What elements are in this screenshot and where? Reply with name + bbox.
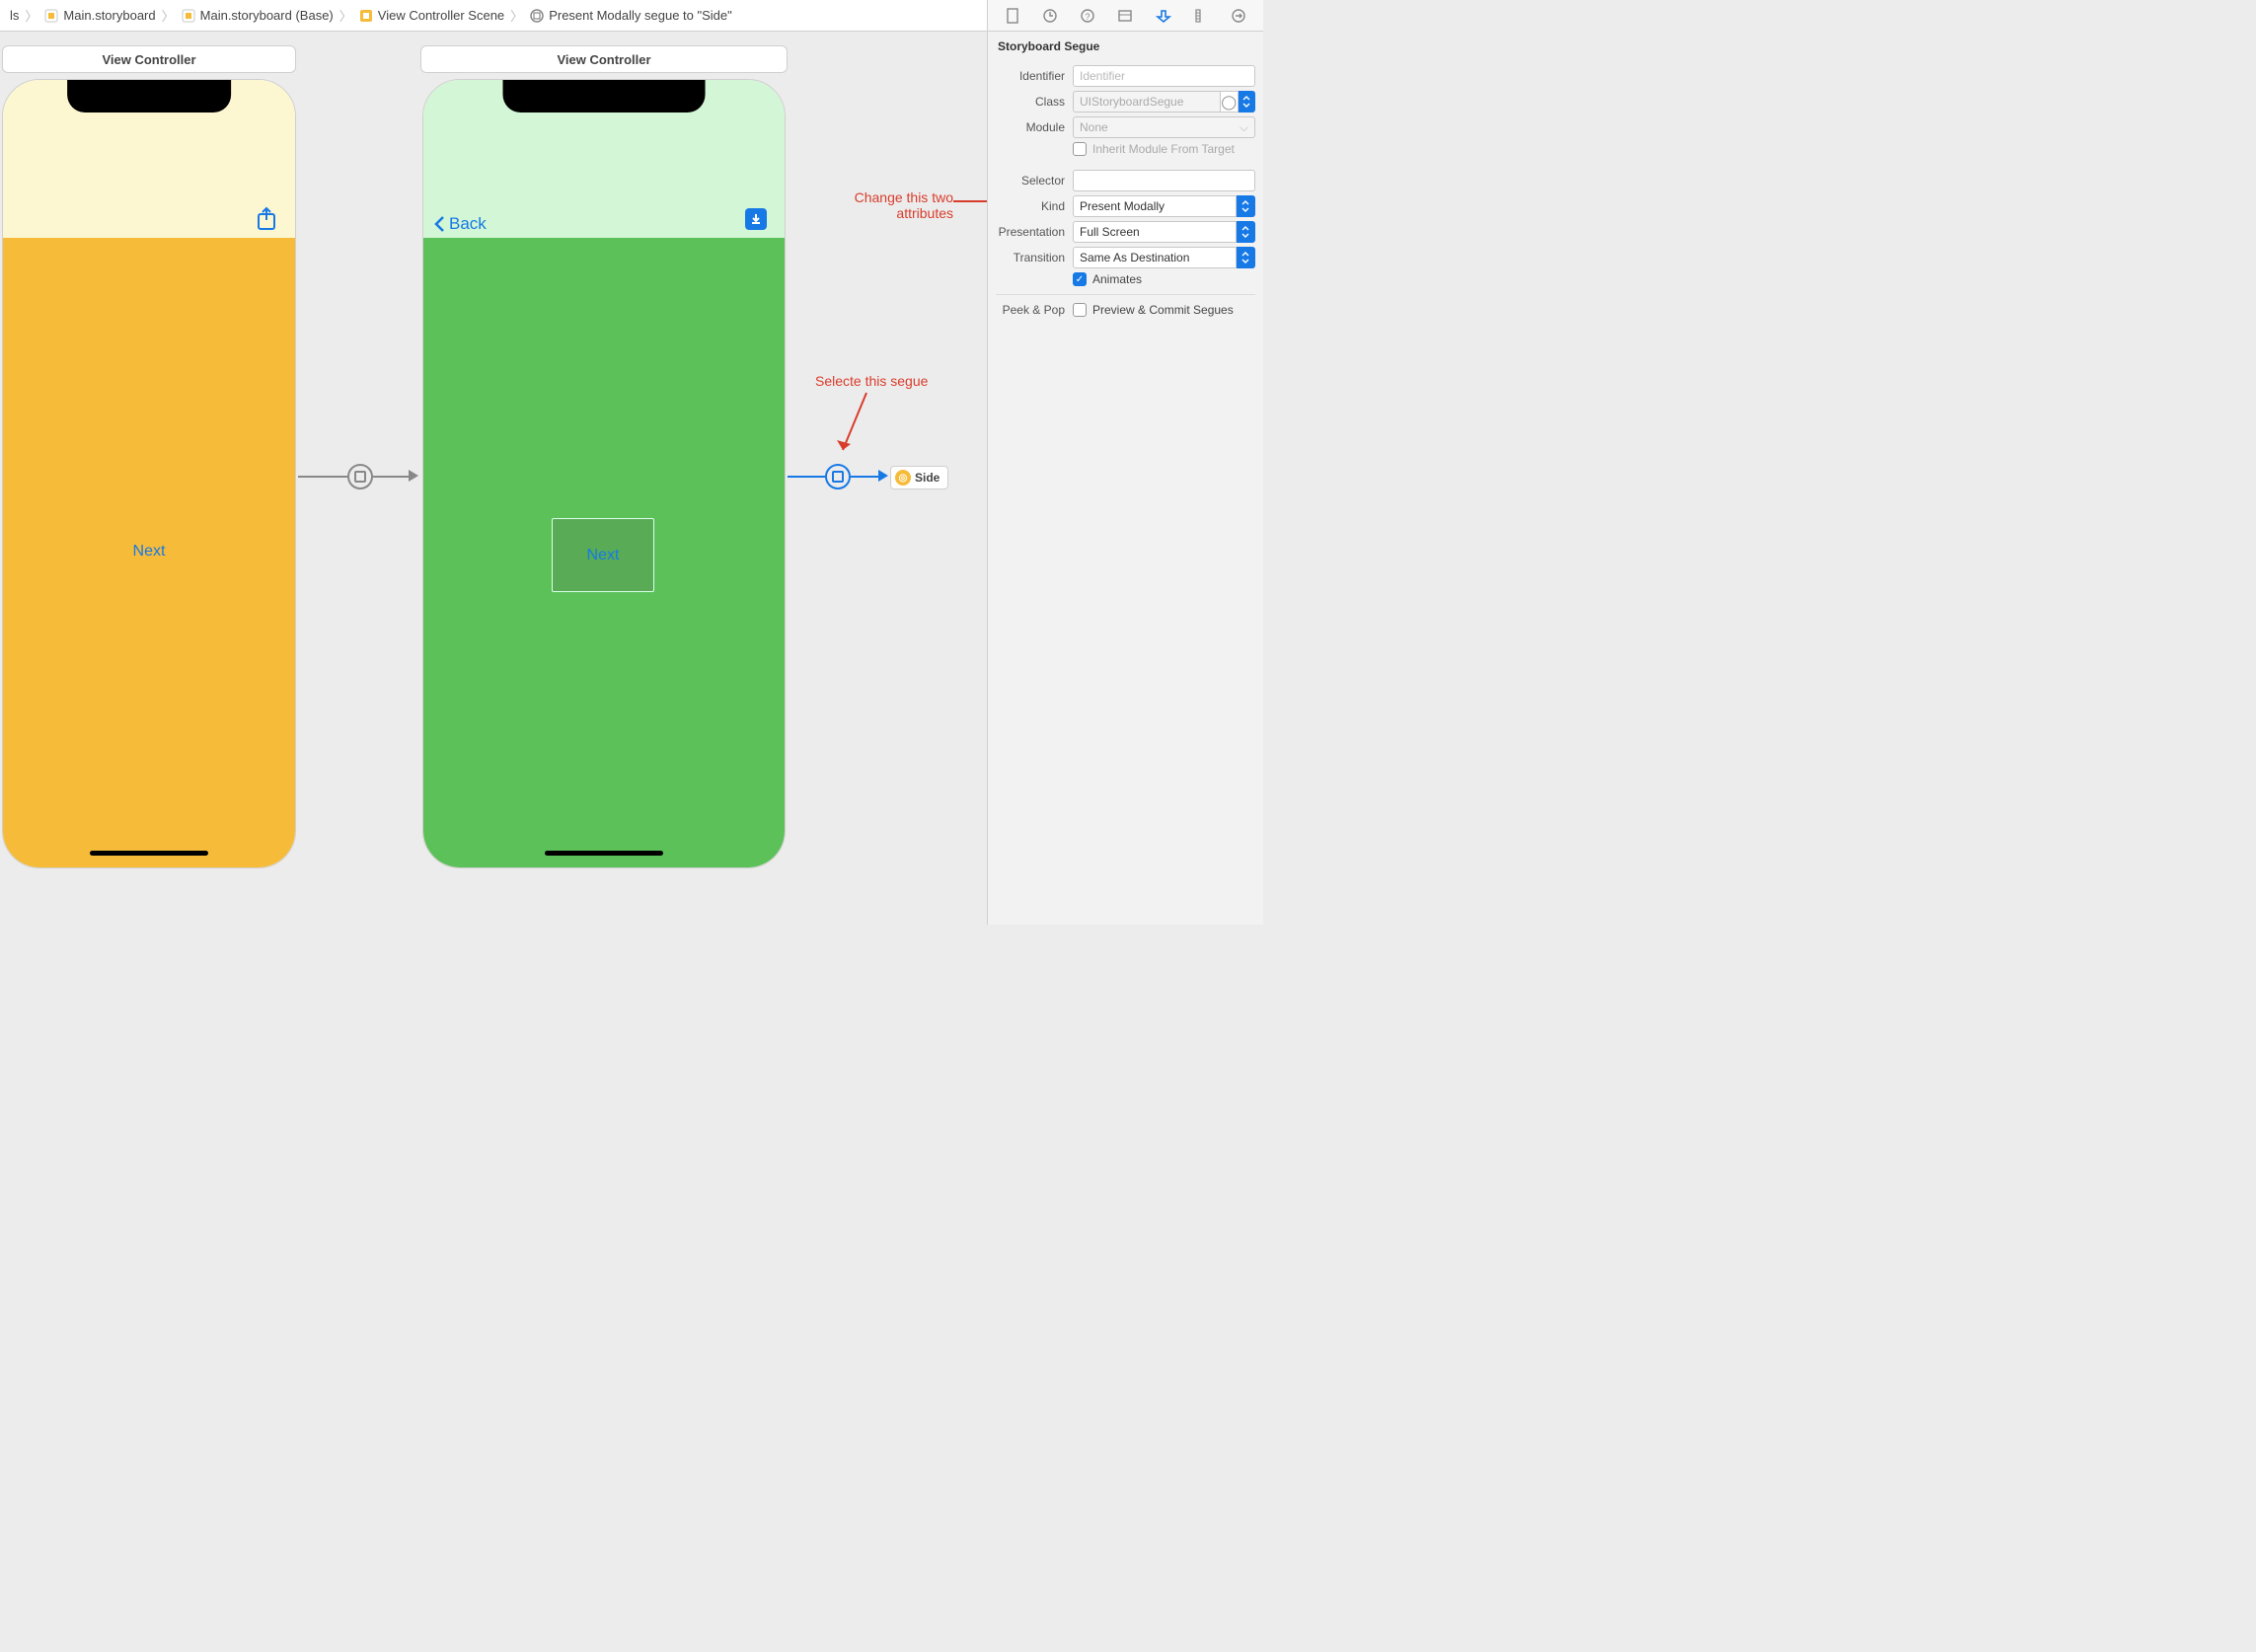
vc-title-right[interactable]: View Controller — [420, 45, 788, 73]
transition-select[interactable]: Same As Destination — [1073, 247, 1237, 268]
inherit-label: Inherit Module From Target — [1092, 142, 1235, 156]
inspector-tabs: ? — [988, 0, 1263, 32]
identifier-field[interactable] — [1073, 65, 1255, 87]
crumb-sep: 〉 — [160, 6, 177, 25]
vc-title-left[interactable]: View Controller — [2, 45, 296, 73]
device-left[interactable]: Next — [2, 79, 296, 868]
identifier-label: Identifier — [996, 69, 1073, 83]
crumb-item-2[interactable]: Main.storyboard (Base) — [177, 8, 338, 24]
inspector-section-title: Storyboard Segue — [988, 32, 1263, 57]
history-inspector-tab[interactable] — [1040, 6, 1060, 26]
peek-pop-label: Peek & Pop — [996, 303, 1073, 317]
animates-label: Animates — [1092, 272, 1142, 286]
left-next-button[interactable]: Next — [133, 543, 166, 561]
transition-label: Transition — [996, 251, 1073, 264]
selector-field[interactable] — [1073, 170, 1255, 191]
inspector-panel: ? Storyboard Segue Identifier Class UISt… — [987, 0, 1263, 925]
selector-label: Selector — [996, 174, 1073, 188]
crumb-label: Present Modally segue to "Side" — [549, 8, 732, 23]
module-value: None — [1080, 120, 1108, 134]
crumb-label: ls — [10, 8, 19, 23]
crumb-item-0[interactable]: ls — [6, 8, 23, 23]
kind-value: Present Modally — [1080, 199, 1165, 213]
svg-text:?: ? — [1086, 12, 1090, 22]
annotation-arrow-icon — [837, 393, 876, 462]
container-label: Next — [587, 547, 620, 564]
notch-icon — [503, 80, 706, 113]
crumb-item-4[interactable]: Present Modally segue to "Side" — [525, 8, 736, 24]
presentation-label: Presentation — [996, 225, 1073, 239]
home-indicator-icon — [545, 851, 663, 856]
module-select[interactable]: None ⌵ — [1073, 116, 1255, 138]
crumb-item-3[interactable]: View Controller Scene — [354, 8, 508, 24]
vc-title-label: View Controller — [557, 52, 650, 67]
peek-pop-value: Preview & Commit Segues — [1092, 303, 1234, 317]
kind-dropdown-button[interactable] — [1237, 195, 1256, 217]
storyboard-base-icon — [181, 8, 196, 24]
class-add-button[interactable]: ◯ — [1221, 91, 1239, 113]
device-right[interactable]: Back Next — [422, 79, 786, 868]
chevron-down-icon: ⌵ — [1240, 120, 1248, 135]
module-label: Module — [996, 120, 1073, 134]
class-select[interactable]: UIStoryboardSegue — [1073, 91, 1221, 113]
notch-icon — [67, 80, 231, 113]
transition-dropdown-button[interactable] — [1237, 247, 1256, 268]
inherit-module-checkbox[interactable]: Inherit Module From Target — [1073, 142, 1255, 156]
back-label: Back — [449, 214, 487, 234]
home-indicator-icon — [90, 851, 208, 856]
presentation-dropdown-button[interactable] — [1237, 221, 1256, 243]
share-icon[interactable] — [256, 206, 277, 235]
class-label: Class — [996, 95, 1073, 109]
checkbox-icon: ✓ — [1073, 272, 1087, 286]
checkbox-icon — [1073, 142, 1087, 156]
side-scene-icon: ◎ — [895, 470, 911, 486]
vc-title-label: View Controller — [102, 52, 195, 67]
annotation-segue-text: Selecte this segue — [815, 373, 928, 389]
segue-icon — [529, 8, 545, 24]
scene-icon — [358, 8, 374, 24]
back-button[interactable]: Back — [433, 214, 487, 234]
side-scene-label: Side — [915, 471, 940, 485]
identity-inspector-tab[interactable] — [1115, 6, 1135, 26]
crumb-label: Main.storyboard — [63, 8, 155, 23]
presentation-select[interactable]: Full Screen — [1073, 221, 1237, 243]
kind-select[interactable]: Present Modally — [1073, 195, 1237, 217]
container-view[interactable]: Next — [552, 518, 654, 592]
crumb-item-1[interactable]: Main.storyboard — [39, 8, 159, 24]
transition-value: Same As Destination — [1080, 251, 1189, 264]
kind-label: Kind — [996, 199, 1073, 213]
crumb-label: View Controller Scene — [378, 8, 504, 23]
class-value: UIStoryboardSegue — [1080, 95, 1183, 109]
help-inspector-tab[interactable]: ? — [1078, 6, 1097, 26]
attributes-inspector-tab[interactable] — [1154, 6, 1173, 26]
connections-inspector-tab[interactable] — [1229, 6, 1248, 26]
side-scene-token[interactable]: ◎ Side — [890, 466, 948, 489]
checkbox-icon — [1073, 303, 1087, 317]
breadcrumb: ls 〉 Main.storyboard 〉 Main.storyboard (… — [6, 6, 1109, 25]
inspector-form: Identifier Class UIStoryboardSegue ◯ Mod… — [988, 57, 1263, 331]
crumb-sep: 〉 — [338, 6, 354, 25]
crumb-sep: 〉 — [508, 6, 525, 25]
peek-pop-checkbox[interactable]: Preview & Commit Segues — [1073, 303, 1255, 317]
crumb-sep: 〉 — [23, 6, 39, 25]
file-inspector-tab[interactable] — [1003, 6, 1022, 26]
storyboard-file-icon — [43, 8, 59, 24]
presentation-value: Full Screen — [1080, 225, 1140, 239]
annotation-attrs-text: Change this two attributes — [835, 189, 953, 221]
download-icon[interactable] — [745, 208, 767, 230]
divider — [996, 294, 1255, 295]
animates-checkbox[interactable]: ✓ Animates — [1073, 272, 1255, 286]
crumb-label: Main.storyboard (Base) — [200, 8, 334, 23]
class-dropdown-button[interactable] — [1239, 91, 1255, 113]
size-inspector-tab[interactable] — [1191, 6, 1211, 26]
